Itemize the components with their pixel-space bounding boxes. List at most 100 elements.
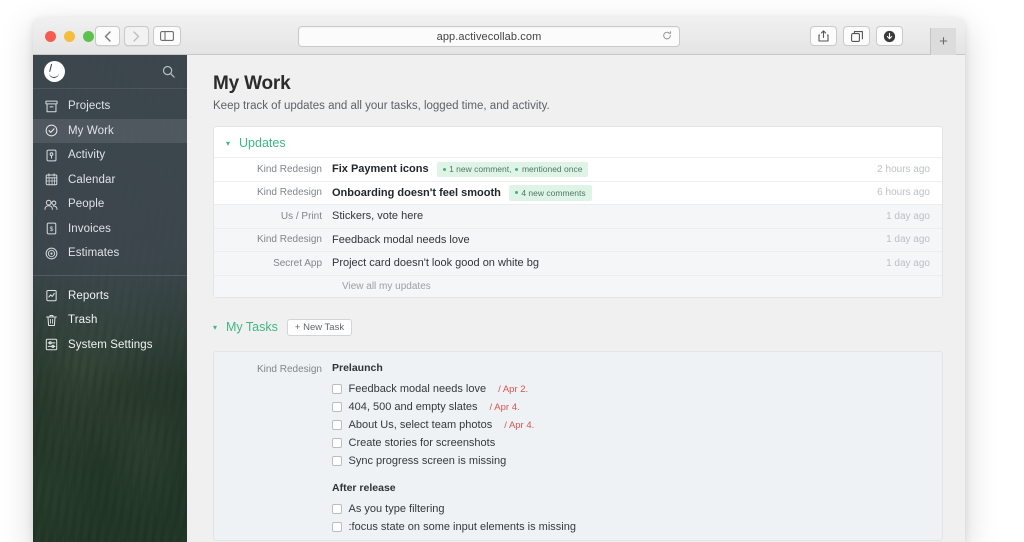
task-item[interactable]: About Us, select team photos / Apr 4. <box>332 416 942 434</box>
sidebar-item-label: Reports <box>68 290 109 302</box>
sidebar-item-trash[interactable]: Trash <box>33 308 187 333</box>
update-row[interactable]: Kind RedesignFeedback modal needs love1 … <box>214 228 942 252</box>
update-row[interactable]: Secret AppProject card doesn't look good… <box>214 251 942 275</box>
maximize-window-button[interactable] <box>83 31 94 42</box>
task-checkbox[interactable] <box>332 504 342 514</box>
task-checkbox[interactable] <box>332 384 342 394</box>
update-badge: 4 new comments <box>509 185 592 201</box>
sidebar-item-calendar[interactable]: Calendar <box>33 168 187 193</box>
reload-icon[interactable] <box>662 30 672 43</box>
url-text: app.activecollab.com <box>437 31 542 43</box>
sidebar-item-invoices[interactable]: $ Invoices <box>33 217 187 242</box>
share-icon <box>818 30 829 42</box>
close-window-button[interactable] <box>45 31 56 42</box>
task-checkbox[interactable] <box>332 402 342 412</box>
task-checkbox[interactable] <box>332 522 342 532</box>
update-timestamp: 2 hours ago <box>877 164 930 175</box>
tab-overview-icon <box>851 31 863 42</box>
task-item[interactable]: 404, 500 and empty slates / Apr 4. <box>332 398 942 416</box>
update-row[interactable]: Kind RedesignFix Payment icons1 new comm… <box>214 157 942 181</box>
task-item[interactable]: Sync progress screen is missing <box>332 452 942 470</box>
show-tabs-button[interactable] <box>843 26 870 46</box>
sidebar-nav-secondary: Reports Trash System Settings <box>33 284 187 358</box>
sidebar-item-estimates[interactable]: Estimates <box>33 241 187 266</box>
collapse-caret-icon[interactable]: ▾ <box>226 140 230 148</box>
update-row[interactable]: Us / PrintStickers, vote here 1 day ago <box>214 204 942 228</box>
task-label[interactable]: Create stories for screenshots <box>349 437 496 449</box>
badge-dot-icon <box>443 168 446 171</box>
update-project-name: Us / Print <box>214 211 332 222</box>
address-bar[interactable]: app.activecollab.com <box>298 26 680 47</box>
sidebar-item-my-work[interactable]: My Work <box>33 119 187 144</box>
update-timestamp: 1 day ago <box>886 234 930 245</box>
badge-text: mentioned once <box>522 164 583 174</box>
task-label[interactable]: Sync progress screen is missing <box>349 455 507 467</box>
activity-icon <box>44 148 58 162</box>
task-item[interactable]: As you type filtering <box>332 500 942 518</box>
update-timestamp: 1 day ago <box>886 211 930 222</box>
window-controls <box>45 31 94 42</box>
new-task-button[interactable]: + New Task <box>287 319 352 337</box>
sidebar-item-label: Trash <box>68 314 97 326</box>
task-label[interactable]: Feedback modal needs love <box>349 383 487 395</box>
sidebar-item-activity[interactable]: Activity <box>33 143 187 168</box>
task-label[interactable]: As you type filtering <box>349 503 445 515</box>
navigation-buttons <box>95 26 149 46</box>
trash-icon <box>44 313 58 327</box>
sidebar-item-label: People <box>68 198 104 210</box>
view-all-updates-link[interactable]: View all my updates <box>332 281 431 292</box>
share-button[interactable] <box>810 26 837 46</box>
task-label[interactable]: 404, 500 and empty slates <box>349 401 478 413</box>
sidebar-nav-primary: Projects My Work Activity <box>33 89 187 266</box>
update-title[interactable]: Feedback modal needs love <box>332 234 470 246</box>
task-due-date: / Apr 4. <box>490 402 520 413</box>
sidebar-item-projects[interactable]: Projects <box>33 94 187 119</box>
task-group-project-name <box>214 482 332 536</box>
update-title[interactable]: Fix Payment icons <box>332 163 429 175</box>
task-group-project-name: Kind Redesign <box>214 362 332 481</box>
task-item[interactable]: :focus state on some input elements is m… <box>332 518 942 536</box>
svg-text:$: $ <box>49 226 53 233</box>
search-icon <box>162 65 175 78</box>
search-button[interactable] <box>162 65 175 78</box>
badge-dot-icon <box>515 191 518 194</box>
update-title[interactable]: Project card doesn't look good on white … <box>332 257 539 269</box>
sidebar-toggle-button[interactable] <box>153 26 181 46</box>
sidebar-item-label: Estimates <box>68 247 119 259</box>
sidebar-toggle-icon <box>160 31 174 41</box>
collapse-caret-icon[interactable]: ▾ <box>213 324 217 332</box>
sidebar-divider <box>33 275 187 276</box>
downloads-icon <box>883 30 896 43</box>
task-checkbox[interactable] <box>332 456 342 466</box>
update-title[interactable]: Onboarding doesn't feel smooth <box>332 187 501 199</box>
task-checkbox[interactable] <box>332 438 342 448</box>
task-label[interactable]: :focus state on some input elements is m… <box>349 521 576 533</box>
task-checkbox[interactable] <box>332 420 342 430</box>
task-due-date: / Apr 4. <box>504 420 534 431</box>
updates-section-title[interactable]: Updates <box>239 136 286 150</box>
my-tasks-section-title[interactable]: My Tasks <box>226 320 278 334</box>
task-item[interactable]: Feedback modal needs love/ Apr 2. <box>332 380 942 398</box>
new-tab-button[interactable]: + <box>930 28 956 55</box>
update-row[interactable]: Kind RedesignOnboarding doesn't feel smo… <box>214 181 942 205</box>
minimize-window-button[interactable] <box>64 31 75 42</box>
badge-text: 4 new comments <box>521 188 585 198</box>
forward-button[interactable] <box>124 26 149 46</box>
browser-toolbar: app.activecollab.com <box>33 18 965 55</box>
task-group-name: After release <box>332 482 942 494</box>
sidebar-item-reports[interactable]: Reports <box>33 284 187 309</box>
activecollab-logo[interactable] <box>44 61 65 82</box>
sidebar-item-label: System Settings <box>68 339 153 351</box>
task-item[interactable]: Create stories for screenshots <box>332 434 942 452</box>
update-title[interactable]: Stickers, vote here <box>332 210 423 222</box>
sidebar-item-label: Projects <box>68 100 110 112</box>
sidebar-item-people[interactable]: People <box>33 192 187 217</box>
downloads-button[interactable] <box>876 26 903 46</box>
view-all-updates-row[interactable]: View all my updates <box>214 275 942 297</box>
application-area: Projects My Work Activity <box>33 55 965 542</box>
settings-icon <box>44 338 58 352</box>
update-project-name: Kind Redesign <box>214 164 332 175</box>
back-button[interactable] <box>95 26 120 46</box>
task-label[interactable]: About Us, select team photos <box>349 419 493 431</box>
sidebar-item-system-settings[interactable]: System Settings <box>33 333 187 358</box>
